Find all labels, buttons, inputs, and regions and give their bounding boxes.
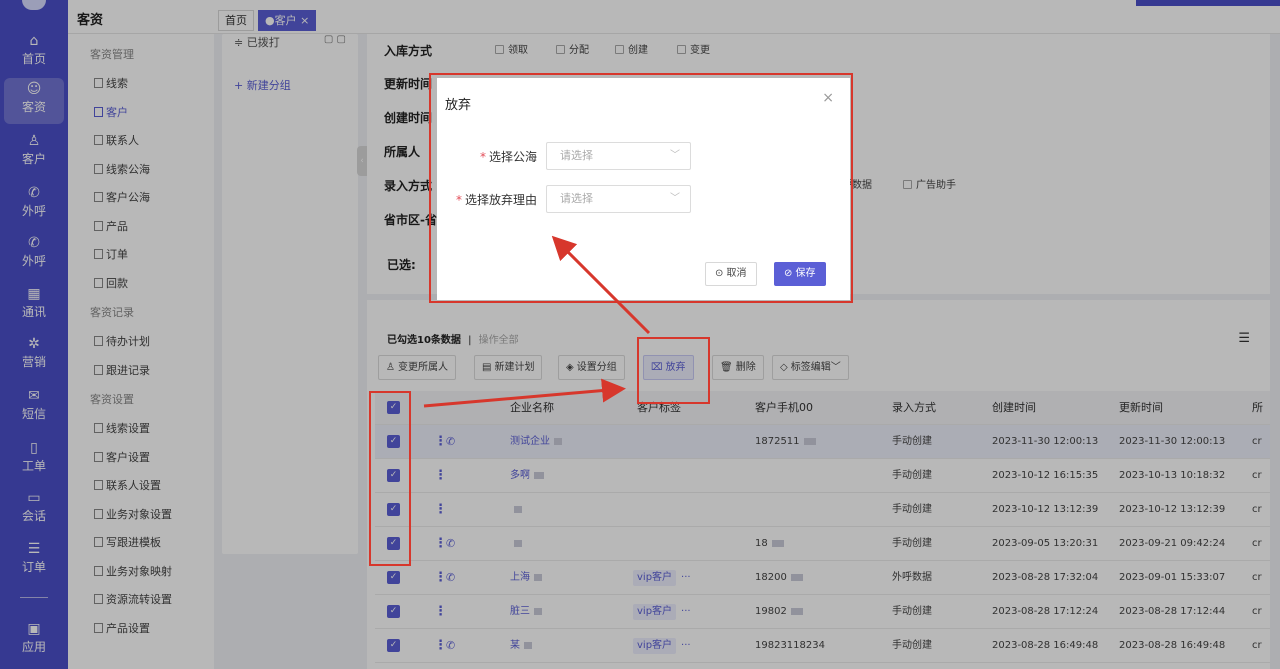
arrow-to-dialog — [551, 235, 651, 335]
annotation-arrows — [423, 235, 651, 408]
arrow-to-abandon — [423, 378, 626, 408]
